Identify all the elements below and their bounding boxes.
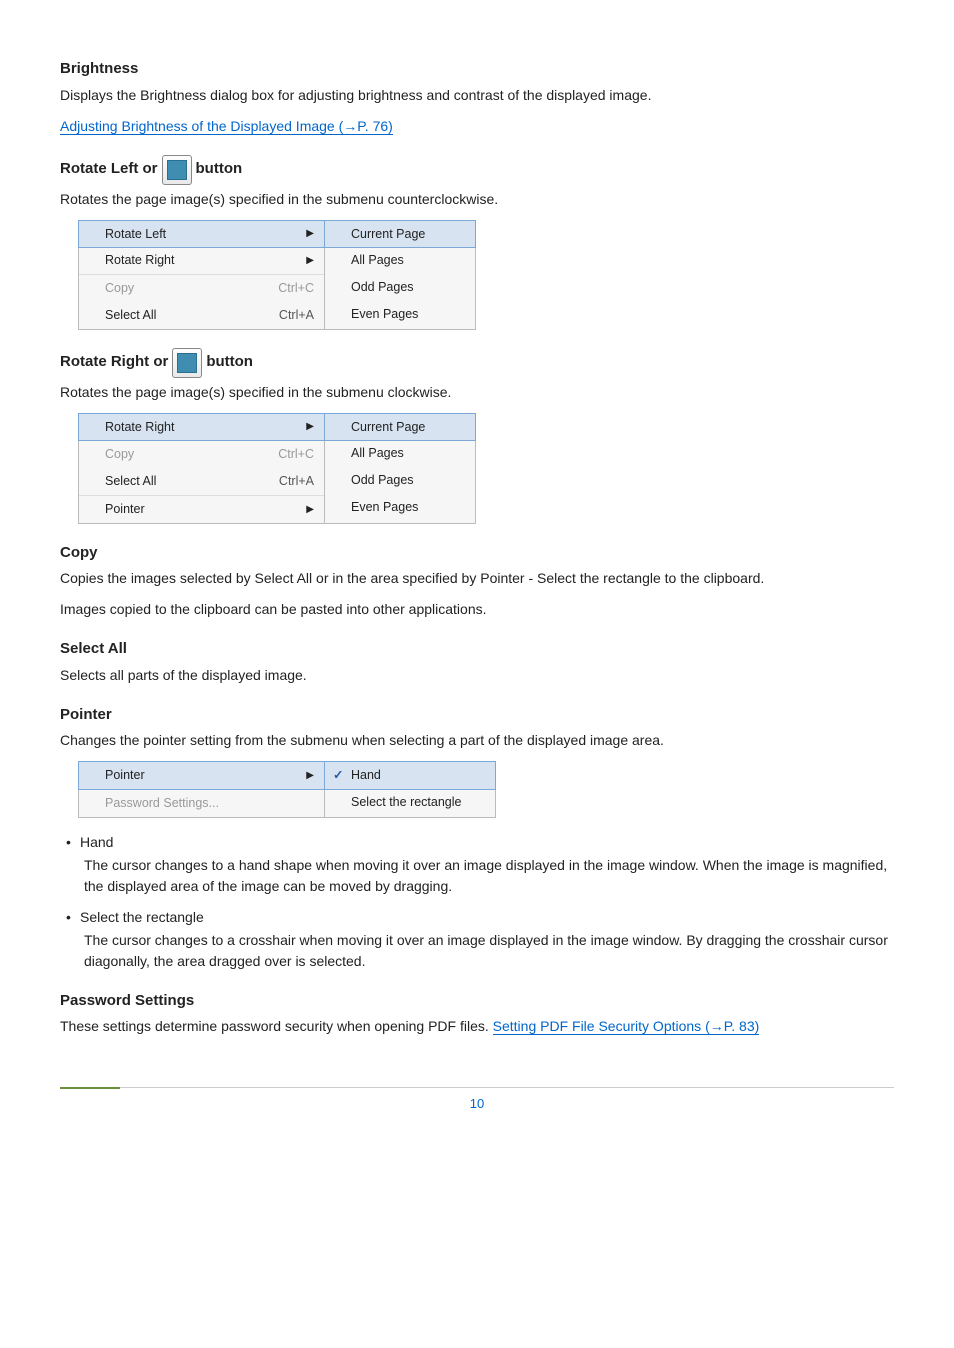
menu-item-label: Rotate Left (105, 225, 166, 244)
link-brightness[interactable]: Adjusting Brightness of the Displayed Im… (60, 118, 393, 135)
heading-rotate-left-post: button (196, 158, 243, 181)
menu-item[interactable]: Odd Pages (325, 467, 475, 494)
menu-item-label: Current Page (351, 225, 425, 244)
rotate-right-icon (172, 348, 202, 378)
menu-item[interactable]: Odd Pages (325, 274, 475, 301)
menu-shortcut: Ctrl+C (248, 445, 314, 464)
menu-item-label: Password Settings... (105, 794, 219, 813)
menu-item-label: Rotate Right (105, 418, 174, 437)
menu-item[interactable]: Pointer ▶ (78, 761, 325, 790)
pointer-bullet-list: Hand The cursor changes to a hand shape w… (60, 832, 894, 972)
menu-item-label: All Pages (351, 251, 404, 270)
menu-item-label: Even Pages (351, 498, 418, 517)
menu-rotate-left: Rotate Left ▶ Rotate Right ▶ Copy Ctrl+C Selec… (78, 220, 894, 330)
page-number: 10 (60, 1088, 894, 1114)
menu-item[interactable]: Rotate Right ▶ (78, 413, 325, 442)
menu-item[interactable]: Rotate Left ▶ (78, 220, 325, 249)
menu-item-label: Odd Pages (351, 471, 414, 490)
heading-pointer: Pointer (60, 704, 894, 727)
menu-item-label: Copy (105, 279, 134, 298)
list-item: Hand The cursor changes to a hand shape w… (66, 832, 894, 897)
text-select-all-desc: Selects all parts of the displayed image… (60, 665, 894, 686)
menu-item: Copy Ctrl+C (79, 440, 324, 468)
menu-item[interactable]: Current Page (324, 220, 476, 249)
bullet-title: Hand (80, 834, 113, 850)
text-copy-desc1: Copies the images selected by Select All… (60, 568, 894, 589)
text-rotate-right-desc: Rotates the page image(s) specified in t… (60, 382, 894, 403)
menu-item-label: Current Page (351, 418, 425, 437)
bullet-body: The cursor changes to a hand shape when … (84, 855, 894, 897)
menu-item-label: Copy (105, 445, 134, 464)
submenu-arrow-icon: ▶ (306, 768, 314, 783)
text-pointer-desc: Changes the pointer setting from the sub… (60, 730, 894, 751)
submenu-arrow-icon: ▶ (306, 502, 314, 517)
menu-item-label: Select All (105, 306, 156, 325)
menu-rotate-right: Rotate Right ▶ Copy Ctrl+C Select All Ctrl+A P… (78, 413, 894, 524)
menu-item[interactable]: Even Pages (325, 301, 475, 328)
rotate-left-icon (162, 155, 192, 185)
menu-pointer: Pointer ▶ Password Settings... Hand Select … (78, 761, 894, 818)
text-brightness-desc: Displays the Brightness dialog box for a… (60, 85, 894, 106)
heading-rotate-right: Rotate Right or button (60, 348, 894, 378)
menu-item[interactable]: Pointer ▶ (79, 495, 324, 523)
menu-item-label: All Pages (351, 444, 404, 463)
menu-item[interactable]: Hand (324, 761, 496, 790)
text-copy-desc2: Images copied to the clipboard can be pa… (60, 599, 894, 620)
list-item: Select the rectangle The cursor changes t… (66, 907, 894, 972)
menu-item-label: Even Pages (351, 305, 418, 324)
menu-item-label: Select All (105, 472, 156, 491)
link-password[interactable]: Setting PDF File Security Options (→P. 8… (493, 1018, 760, 1035)
menu-item[interactable]: Even Pages (325, 494, 475, 521)
heading-rotate-left-pre: Rotate Left or (60, 158, 158, 181)
submenu-arrow-icon: ▶ (306, 226, 314, 241)
menu-item[interactable]: Select the rectangle (325, 789, 495, 816)
menu-item-label: Select the rectangle (351, 793, 462, 812)
menu-item[interactable]: Current Page (324, 413, 476, 442)
menu-item[interactable]: Select All Ctrl+A (79, 468, 324, 495)
menu-item[interactable]: All Pages (325, 440, 475, 467)
menu-item[interactable]: Select All Ctrl+A (79, 302, 324, 329)
menu-item: Password Settings... (79, 789, 324, 817)
bullet-title: Select the rectangle (80, 909, 204, 925)
heading-copy: Copy (60, 542, 894, 565)
text-password-pre: These settings determine password securi… (60, 1018, 493, 1034)
heading-rotate-left: Rotate Left or button (60, 155, 894, 185)
footer-separator: 10 (60, 1087, 894, 1114)
menu-item-label: Pointer (105, 766, 145, 785)
menu-item-label: Odd Pages (351, 278, 414, 297)
text-rotate-left-desc: Rotates the page image(s) specified in t… (60, 189, 894, 210)
menu-shortcut: Ctrl+C (248, 279, 314, 298)
bullet-body: The cursor changes to a crosshair when m… (84, 930, 894, 972)
menu-item[interactable]: All Pages (325, 247, 475, 274)
heading-rotate-right-pre: Rotate Right or (60, 351, 168, 374)
heading-brightness: Brightness (60, 58, 894, 81)
menu-item: Copy Ctrl+C (79, 274, 324, 302)
heading-select-all: Select All (60, 638, 894, 661)
submenu-arrow-icon: ▶ (306, 419, 314, 434)
heading-password: Password Settings (60, 990, 894, 1013)
menu-item-label: Pointer (105, 500, 145, 519)
menu-item[interactable]: Rotate Right ▶ (79, 247, 324, 274)
heading-rotate-right-post: button (206, 351, 253, 374)
menu-item-label: Rotate Right (105, 251, 174, 270)
text-password-desc: These settings determine password securi… (60, 1016, 894, 1037)
menu-item-label: Hand (351, 766, 381, 785)
menu-shortcut: Ctrl+A (249, 472, 314, 491)
menu-shortcut: Ctrl+A (249, 306, 314, 325)
submenu-arrow-icon: ▶ (306, 253, 314, 268)
